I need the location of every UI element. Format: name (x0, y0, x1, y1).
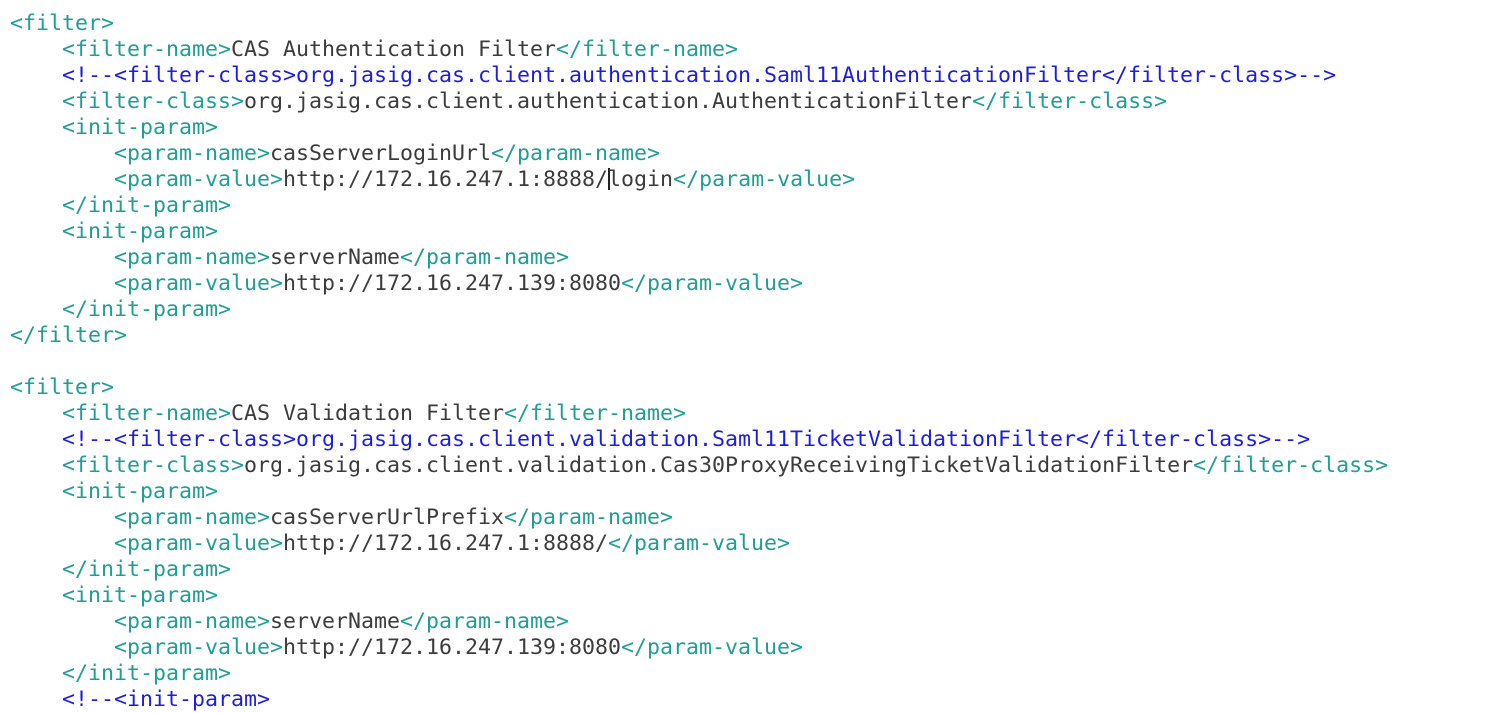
xml-tag: </filter-name> (556, 37, 739, 62)
xml-tag: </init-param> (62, 297, 232, 322)
code-line[interactable]: <filter-class>org.jasig.cas.client.authe… (10, 89, 1388, 115)
code-line[interactable]: </init-param> (10, 193, 1388, 219)
xml-comment: <!--<init-param> (62, 687, 271, 712)
code-line[interactable]: <param-name>serverName</param-name> (10, 245, 1388, 271)
xml-text: login (608, 167, 674, 192)
code-line[interactable]: <!--<filter-class>org.jasig.cas.client.a… (10, 63, 1388, 89)
xml-tag: </init-param> (62, 193, 232, 218)
xml-tag: <filter-name> (62, 37, 232, 62)
code-line[interactable]: <param-value>http://172.16.247.139:8080<… (10, 271, 1388, 297)
xml-tag: <init-param> (62, 583, 219, 608)
xml-tag: </init-param> (62, 557, 232, 582)
code-line[interactable]: <init-param> (10, 219, 1388, 245)
code-line[interactable]: <init-param> (10, 479, 1388, 505)
xml-tag: </param-name> (491, 141, 661, 166)
code-line[interactable]: </init-param> (10, 297, 1388, 323)
xml-text: http://172.16.247.139:8080 (283, 635, 622, 660)
code-line[interactable]: </filter> (10, 323, 1388, 349)
xml-tag: </param-value> (673, 167, 856, 192)
xml-text: org.jasig.cas.client.validation.Cas30Pro… (244, 453, 1194, 478)
xml-tag: </filter> (10, 323, 128, 348)
xml-tag: <init-param> (62, 115, 219, 140)
xml-comment: <!--<filter-class>org.jasig.cas.client.a… (62, 63, 1337, 88)
xml-tag: <param-name> (114, 609, 271, 634)
xml-tag: </param-value> (608, 531, 791, 556)
code-line[interactable]: <filter-class>org.jasig.cas.client.valid… (10, 453, 1388, 479)
xml-text: CAS Validation Filter (231, 401, 505, 426)
xml-tag: <param-value> (114, 635, 284, 660)
xml-tag: </param-name> (400, 609, 570, 634)
xml-tag: </filter-name> (504, 401, 687, 426)
xml-tag: <param-value> (114, 531, 284, 556)
code-line[interactable]: <!--<filter-class>org.jasig.cas.client.v… (10, 427, 1388, 453)
xml-tag: <param-value> (114, 271, 284, 296)
xml-text: casServerLoginUrl (270, 141, 492, 166)
xml-tag: <filter-class> (62, 89, 245, 114)
xml-tag: <filter> (10, 11, 115, 36)
xml-tag: <init-param> (62, 479, 219, 504)
xml-tag: </init-param> (62, 661, 232, 686)
xml-comment: <!--<filter-class>org.jasig.cas.client.v… (62, 427, 1311, 452)
code-line[interactable]: <param-value>http://172.16.247.1:8888/lo… (10, 167, 1388, 193)
xml-tag: <filter-class> (62, 453, 245, 478)
code-line[interactable]: <!--<init-param> (10, 687, 1388, 713)
code-line[interactable]: <filter-name>CAS Validation Filter</filt… (10, 401, 1388, 427)
code-line[interactable]: </init-param> (10, 557, 1388, 583)
code-line[interactable]: <param-value>http://172.16.247.139:8080<… (10, 635, 1388, 661)
xml-tag: <param-name> (114, 141, 271, 166)
xml-text: CAS Authentication Filter (231, 37, 557, 62)
code-line[interactable]: <param-name>serverName</param-name> (10, 609, 1388, 635)
code-line[interactable] (10, 349, 1388, 375)
xml-text: http://172.16.247.1:8888/ (283, 531, 609, 556)
code-line[interactable]: <init-param> (10, 583, 1388, 609)
xml-text: serverName (270, 245, 401, 270)
xml-tag: <init-param> (62, 219, 219, 244)
xml-text: http://172.16.247.139:8080 (283, 271, 622, 296)
xml-tag: <filter-name> (62, 401, 232, 426)
code-line[interactable]: <filter-name>CAS Authentication Filter</… (10, 37, 1388, 63)
xml-text: org.jasig.cas.client.authentication.Auth… (244, 89, 973, 114)
xml-tag: </param-value> (621, 271, 804, 296)
xml-tag: <param-value> (114, 167, 284, 192)
code-line[interactable]: <init-param> (10, 115, 1388, 141)
code-line[interactable]: <filter> (10, 375, 1388, 401)
code-line[interactable]: <param-name>casServerLoginUrl</param-nam… (10, 141, 1388, 167)
xml-tag: </filter-class> (972, 89, 1168, 114)
code-editor[interactable]: <filter> <filter-name>CAS Authentication… (10, 11, 1388, 713)
xml-text: serverName (270, 609, 401, 634)
xml-tag: </filter-class> (1193, 453, 1389, 478)
xml-tag: </param-name> (400, 245, 570, 270)
code-line[interactable]: <filter> (10, 11, 1388, 37)
code-line[interactable]: <param-value>http://172.16.247.1:8888/</… (10, 531, 1388, 557)
xml-tag: </param-name> (504, 505, 674, 530)
xml-tag: <param-name> (114, 505, 271, 530)
xml-tag: </param-value> (621, 635, 804, 660)
xml-text: casServerUrlPrefix (270, 505, 505, 530)
code-line[interactable]: </init-param> (10, 661, 1388, 687)
xml-tag: <filter> (10, 375, 115, 400)
code-line[interactable]: <param-name>casServerUrlPrefix</param-na… (10, 505, 1388, 531)
xml-text: http://172.16.247.1:8888/ (283, 167, 609, 192)
xml-tag: <param-name> (114, 245, 271, 270)
